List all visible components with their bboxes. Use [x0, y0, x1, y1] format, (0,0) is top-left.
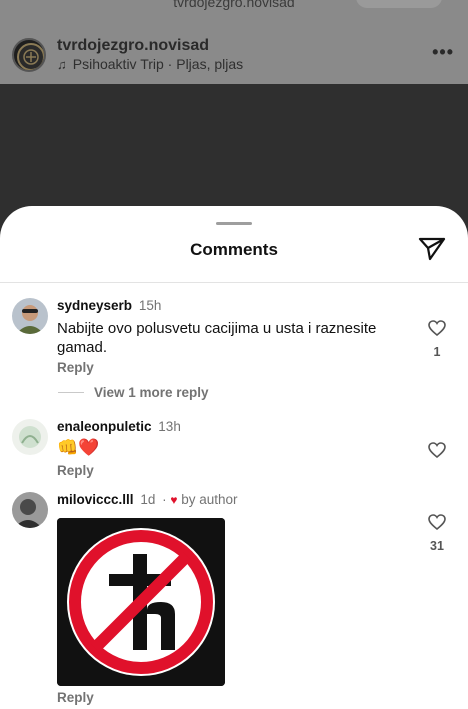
comment-username[interactable]: sydneyserb — [57, 298, 132, 313]
music-label: Psihoaktiv Trip · Pljas, pljas — [72, 56, 244, 72]
post-music[interactable]: ♫ Psihoaktiv Trip · Pljas, pljas — [57, 56, 243, 72]
post-avatar[interactable] — [12, 38, 46, 72]
sheet-title: Comments — [190, 240, 278, 259]
avatar[interactable] — [12, 298, 48, 334]
comment-username[interactable]: miloviccc.lll — [57, 492, 134, 507]
view-more-label: View 1 more reply — [94, 385, 209, 400]
post-username[interactable]: tvrdojezgro.novisad — [57, 37, 209, 55]
sheet-divider — [0, 282, 468, 283]
like-count: 31 — [430, 539, 444, 553]
avatar[interactable] — [12, 492, 48, 528]
sheet-grabber[interactable] — [216, 222, 252, 225]
more-dots-icon[interactable]: ••• — [432, 42, 454, 63]
heart-icon[interactable] — [428, 514, 446, 530]
avatar[interactable] — [12, 419, 48, 455]
send-icon[interactable] — [418, 236, 446, 262]
top-pill — [356, 0, 442, 8]
comment-username[interactable]: enaleonpuletic — [57, 419, 152, 434]
reply-button[interactable]: Reply — [57, 360, 94, 375]
reply-button[interactable]: Reply — [57, 690, 94, 705]
heart-icon[interactable] — [428, 442, 446, 458]
comment-meta: enaleonpuletic 13h — [57, 419, 181, 434]
comments-sheet: Comments sydneyserb 15h Nabijte ovo polu… — [0, 206, 468, 709]
comment-time: 1d — [140, 492, 156, 507]
no-cross-h-sticker[interactable] — [57, 518, 225, 686]
liked-by-author: by author — [181, 492, 238, 507]
like-count: 1 — [433, 345, 441, 359]
heart-icon[interactable] — [428, 320, 446, 336]
music-note-icon: ♫ — [57, 56, 67, 72]
divider-line — [58, 392, 84, 393]
comment-meta: sydneyserb 15h — [57, 298, 161, 313]
reply-button[interactable]: Reply — [57, 463, 94, 478]
comment-meta: miloviccc.lll 1d · ♥ by author — [57, 492, 238, 507]
comment-time: 15h — [138, 298, 162, 313]
view-more-replies[interactable]: View 1 more reply — [58, 385, 209, 400]
comment-text: Nabijte ovo polusvetu cacijima u usta i … — [57, 320, 377, 356]
post-header-background: tvrdojezgro.novisad tvrdojezgro.novisad … — [0, 0, 468, 84]
comment-time: 13h — [158, 419, 181, 434]
author-heart-icon: ♥ — [170, 493, 178, 507]
comment-emojis: 👊❤️ — [57, 438, 100, 457]
